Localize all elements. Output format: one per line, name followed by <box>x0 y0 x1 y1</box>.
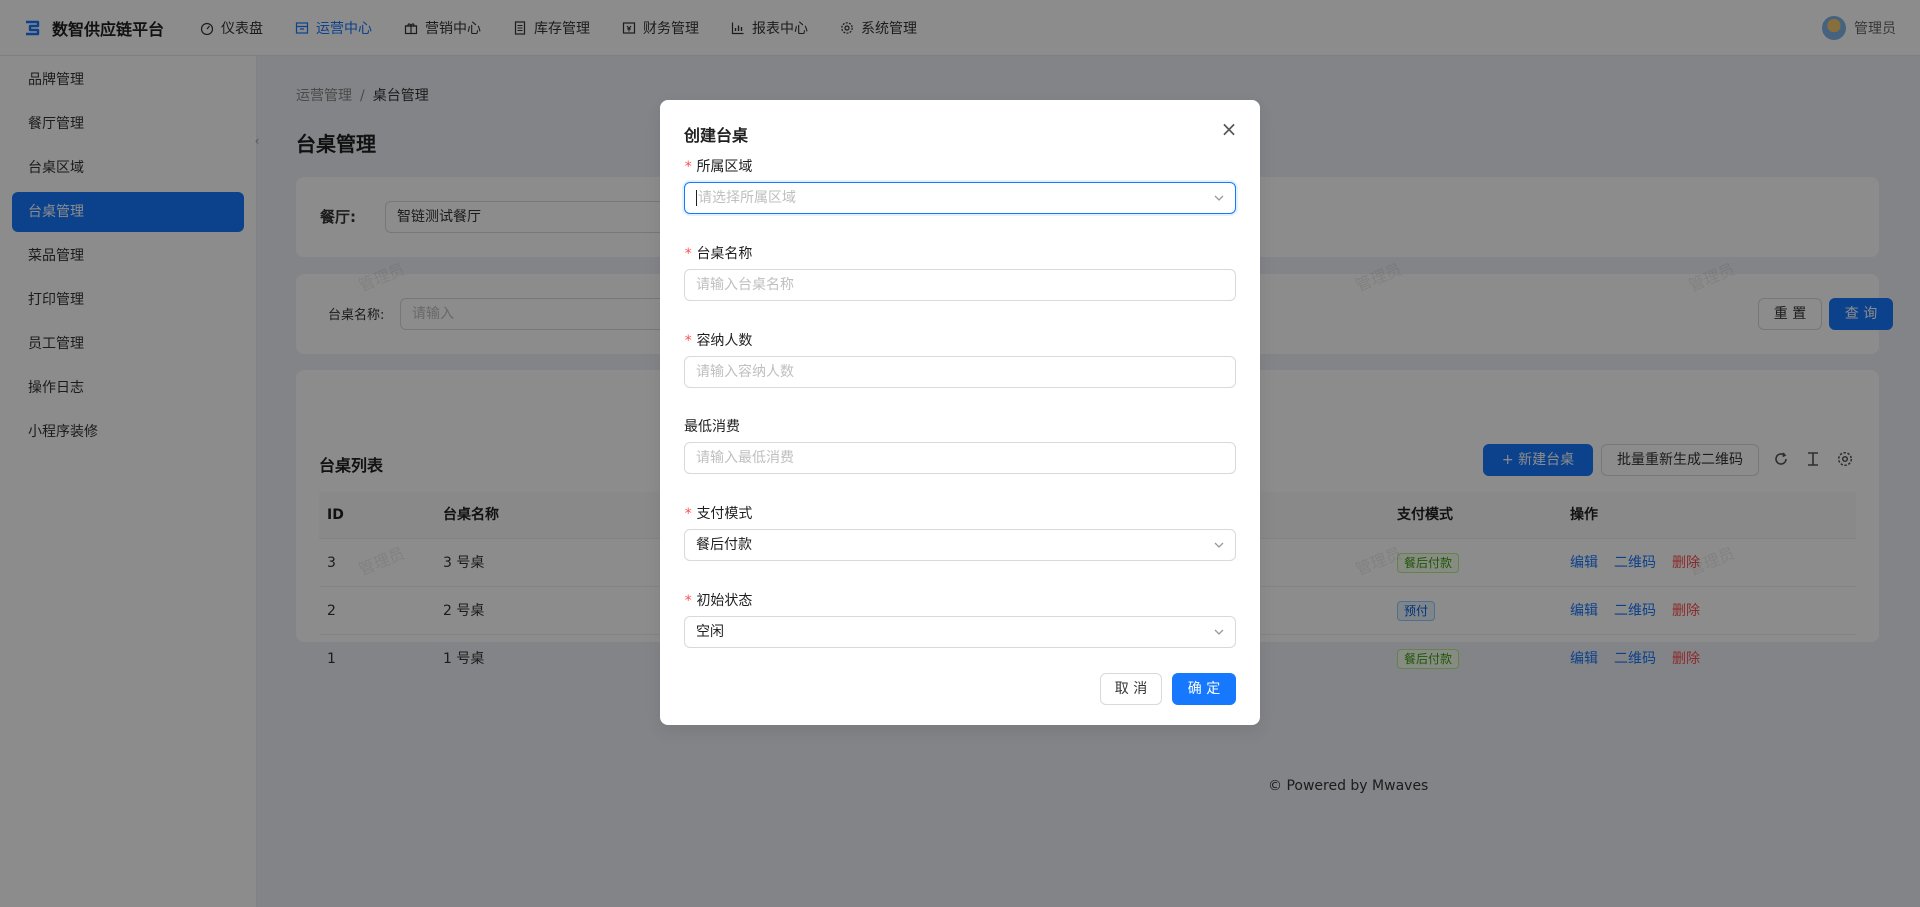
status-select[interactable]: 空闲 <box>684 616 1236 648</box>
capacity-label: * 容纳人数 <box>684 330 752 350</box>
pay-mode-label-text: 支付模式 <box>696 506 753 522</box>
capacity-label-text: 容纳人数 <box>696 333 753 349</box>
pay-mode-value: 餐后付款 <box>696 537 752 553</box>
pay-mode-select[interactable]: 餐后付款 <box>684 529 1236 561</box>
min-spend-input[interactable]: 请输入最低消费 <box>684 442 1236 474</box>
status-label: * 初始状态 <box>684 590 752 610</box>
chevron-down-icon <box>1214 542 1224 548</box>
required-mark: * <box>684 506 693 522</box>
name-label-text: 台桌名称 <box>696 246 753 262</box>
close-icon[interactable]: × <box>1218 118 1240 140</box>
area-label: * 所属区域 <box>684 156 752 176</box>
required-mark: * <box>684 333 693 349</box>
cancel-button[interactable]: 取 消 <box>1100 673 1162 705</box>
create-table-modal: 创建台桌 × * 所属区域 请选择所属区域 * 台桌名称 请输入台桌名称 * 容纳人数… <box>660 100 1260 725</box>
name-label: * 台桌名称 <box>684 243 752 263</box>
area-label-text: 所属区域 <box>696 159 753 175</box>
required-mark: * <box>684 593 693 609</box>
chevron-down-icon <box>1214 629 1224 635</box>
required-mark: * <box>684 246 693 262</box>
table-name-input[interactable]: 请输入台桌名称 <box>684 269 1236 301</box>
pay-mode-label: * 支付模式 <box>684 503 752 523</box>
confirm-button[interactable]: 确 定 <box>1172 673 1236 705</box>
min-spend-label: 最低消费 <box>684 419 740 435</box>
modal-title: 创建台桌 <box>684 126 749 145</box>
capacity-input[interactable]: 请输入容纳人数 <box>684 356 1236 388</box>
required-mark: * <box>684 159 693 175</box>
status-value: 空闲 <box>696 624 724 640</box>
chevron-down-icon <box>1214 195 1224 201</box>
area-select[interactable]: 请选择所属区域 <box>684 182 1236 214</box>
status-label-text: 初始状态 <box>696 593 753 609</box>
text-caret <box>696 190 697 206</box>
area-placeholder: 请选择所属区域 <box>698 190 796 206</box>
